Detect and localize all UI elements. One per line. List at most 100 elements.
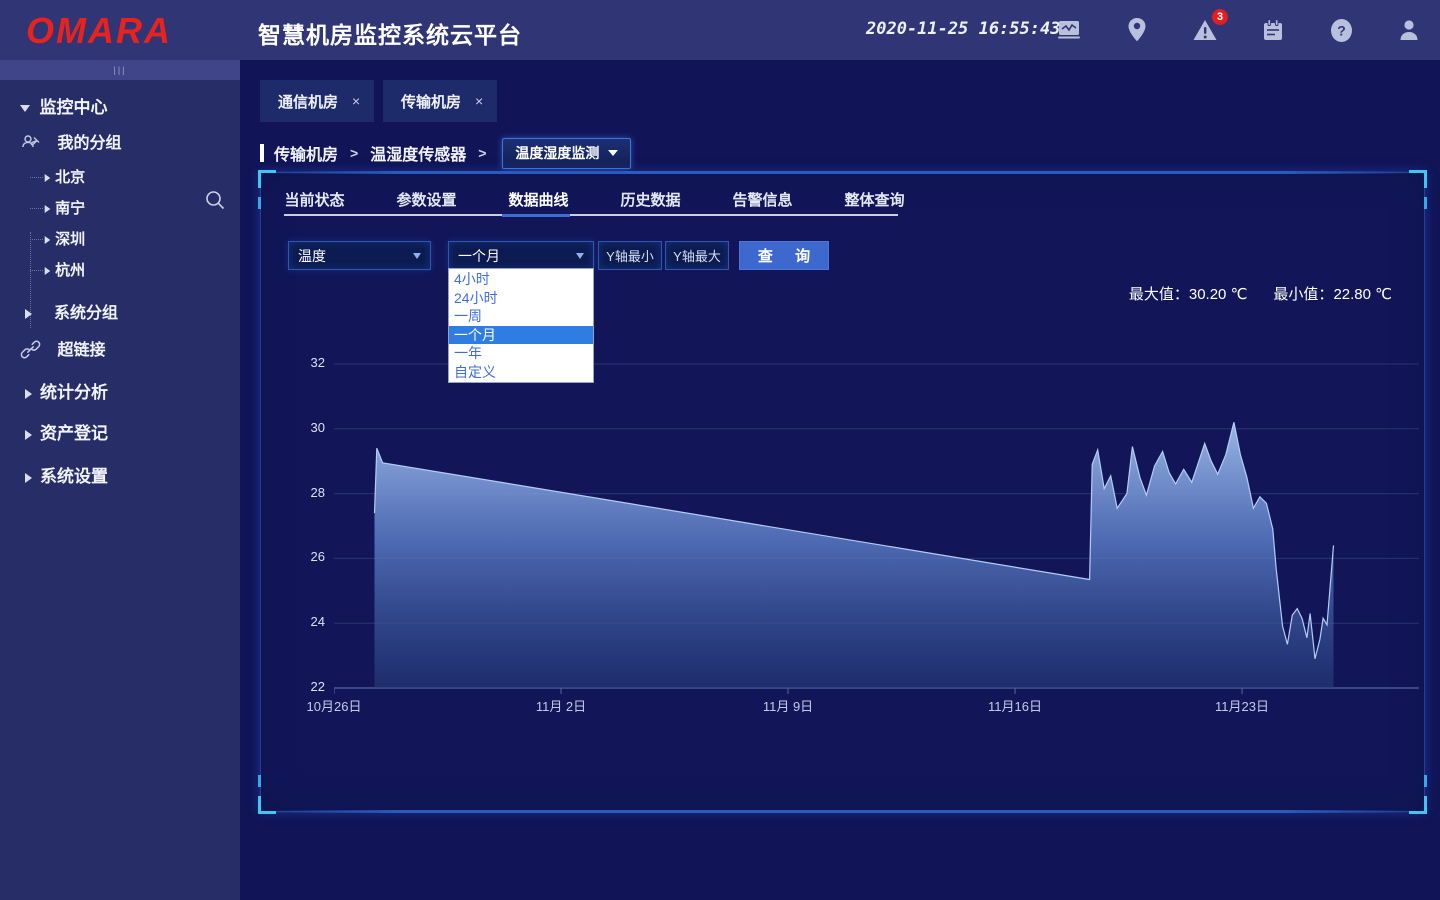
- breadcrumb-separator: >: [350, 145, 358, 161]
- tab-chip-label: 通信机房: [278, 91, 338, 112]
- main-content: 通信机房 × 传输机房 × 传输机房 > 温湿度传感器 > 温度湿度监测: [240, 60, 1440, 900]
- header: OMARA 智慧机房监控系统云平台 2020-11-25 16:55:43 3 …: [0, 0, 1440, 60]
- corner-bracket: [258, 796, 276, 814]
- y-axis-min-button[interactable]: Y轴最小: [598, 241, 662, 270]
- breadcrumb-item[interactable]: 传输机房: [274, 141, 338, 165]
- range-select-dropdown: 4小时24小时一周一个月一年自定义: [448, 268, 594, 383]
- close-icon[interactable]: ×: [475, 93, 483, 109]
- metric-select-value: 温度: [298, 246, 413, 266]
- chevron-right-icon: [25, 430, 32, 440]
- breadcrumb-separator: >: [478, 145, 486, 161]
- header-icons: 3 ?: [1052, 0, 1426, 60]
- dropdown-option[interactable]: 自定义: [449, 363, 593, 382]
- user-icon[interactable]: [1392, 13, 1426, 47]
- sidebar-item-asset-register[interactable]: 资产登记: [0, 419, 240, 443]
- device-selector-label: 温度湿度监测: [515, 143, 599, 163]
- sidebar-item-system-settings[interactable]: 系统设置: [0, 462, 240, 486]
- calendar-icon[interactable]: [1256, 13, 1290, 47]
- sidebar-item-system-groups[interactable]: 系统分组: [0, 299, 240, 323]
- app-root: OMARA 智慧机房监控系统云平台 2020-11-25 16:55:43 3 …: [0, 0, 1440, 900]
- dropdown-option[interactable]: 4小时: [449, 270, 593, 289]
- link-icon: [20, 339, 41, 360]
- frame-notch: [1424, 775, 1427, 787]
- tab-chip-comm-room[interactable]: 通信机房 ×: [260, 80, 374, 122]
- sidebar-item-beijing[interactable]: 北京: [0, 166, 240, 190]
- chevron-down-icon: [413, 253, 421, 259]
- dropdown-option[interactable]: 一个月: [449, 326, 593, 345]
- sidebar-collapse-handle[interactable]: |||: [0, 60, 240, 80]
- x-tick-label: 11月 2日: [516, 696, 606, 715]
- x-tick-label: 11月16日: [970, 696, 1060, 715]
- tab-overall-query[interactable]: 整体查询: [844, 189, 905, 215]
- chevron-right-icon: [45, 267, 51, 275]
- query-button[interactable]: 查 询: [739, 241, 829, 270]
- breadcrumb-item[interactable]: 温湿度传感器: [370, 141, 466, 165]
- dropdown-option[interactable]: 一年: [449, 344, 593, 363]
- sidebar-item-statistics[interactable]: 统计分析: [0, 378, 240, 402]
- alert-icon[interactable]: 3: [1188, 13, 1222, 47]
- y-tick-label: 30: [291, 420, 325, 435]
- datetime-clock: 2020-11-25 16:55:43: [866, 19, 1026, 39]
- sidebar-item-nanning[interactable]: 南宁: [0, 197, 240, 221]
- alert-badge: 3: [1212, 9, 1228, 25]
- location-pin-icon[interactable]: [1120, 13, 1154, 47]
- y-tick-label: 26: [291, 549, 325, 564]
- tab-current-status[interactable]: 当前状态: [284, 189, 345, 215]
- x-tick-label: 11月23日: [1197, 696, 1287, 715]
- stats-readout: 最大值：30.20 ℃最小值：22.80 ℃: [1129, 283, 1392, 304]
- sidebar-item-hangzhou[interactable]: 杭州: [0, 259, 240, 283]
- panel-tabs: 当前状态 参数设置 数据曲线 历史数据 告警信息 整体查询: [284, 189, 905, 215]
- metric-select[interactable]: 温度: [288, 241, 431, 270]
- frame-notch: [258, 775, 261, 787]
- y-axis-max-button[interactable]: Y轴最大: [665, 241, 729, 270]
- collapse-handle-glyph: |||: [113, 65, 126, 75]
- chevron-right-icon: [25, 389, 32, 399]
- sidebar-item-hyperlink[interactable]: 超链接: [0, 336, 240, 360]
- sidebar-item-label: 北京: [55, 169, 85, 186]
- x-tick-label: 11月 9日: [743, 696, 833, 715]
- query-button-label: 查 询: [758, 245, 819, 266]
- sidebar-item-label: 南宁: [55, 200, 85, 217]
- chevron-right-icon: [25, 473, 32, 483]
- dropdown-option[interactable]: 一周: [449, 307, 593, 326]
- y-axis-min-label: Y轴最小: [606, 246, 654, 265]
- svg-text:?: ?: [1337, 22, 1346, 38]
- frame-notch: [1424, 197, 1427, 209]
- close-icon[interactable]: ×: [352, 93, 360, 109]
- chevron-right-icon: [45, 205, 51, 213]
- max-value: 30.20 ℃: [1189, 286, 1248, 303]
- sidebar-item-my-groups[interactable]: 我的分组: [0, 129, 240, 153]
- tab-history-data[interactable]: 历史数据: [620, 189, 681, 215]
- sidebar-item-label: 系统分组: [54, 305, 118, 322]
- range-select-value: 一个月: [458, 246, 576, 266]
- sidebar-item-label: 统计分析: [40, 383, 108, 402]
- sidebar-item-label: 资产登记: [40, 424, 108, 443]
- sidebar-item-shenzhen[interactable]: 深圳: [0, 228, 240, 252]
- sidebar-item-monitor-center[interactable]: 监控中心: [0, 93, 240, 117]
- chevron-down-icon: [608, 150, 618, 156]
- sidebar-item-label: 系统设置: [40, 467, 108, 486]
- range-select[interactable]: 一个月: [448, 241, 594, 270]
- tab-underline: [284, 214, 898, 216]
- temperature-area-chart[interactable]: [334, 351, 1424, 701]
- y-tick-label: 24: [291, 614, 325, 629]
- tab-data-curve[interactable]: 数据曲线: [508, 189, 569, 215]
- chevron-right-icon: [25, 309, 32, 319]
- tab-parameter-settings[interactable]: 参数设置: [396, 189, 457, 215]
- help-icon[interactable]: ?: [1324, 13, 1358, 47]
- min-label: 最小值：: [1273, 286, 1333, 303]
- tab-alarm-info[interactable]: 告警信息: [732, 189, 793, 215]
- corner-bracket: [1409, 170, 1427, 188]
- y-axis-max-label: Y轴最大: [673, 246, 721, 265]
- y-tick-label: 28: [291, 485, 325, 500]
- breadcrumb: 传输机房 > 温湿度传感器 > 温度湿度监测: [260, 137, 631, 169]
- tab-chip-transmission-room[interactable]: 传输机房 ×: [383, 80, 497, 122]
- frame-notch: [258, 197, 261, 209]
- brand-logo: OMARA: [26, 10, 172, 52]
- my-groups-icon: [20, 131, 42, 153]
- device-selector-button[interactable]: 温度湿度监测: [502, 138, 631, 169]
- active-tab-indicator: [502, 214, 570, 217]
- monitor-chart-icon[interactable]: [1052, 13, 1086, 47]
- y-tick-label: 32: [291, 355, 325, 370]
- dropdown-option[interactable]: 24小时: [449, 289, 593, 308]
